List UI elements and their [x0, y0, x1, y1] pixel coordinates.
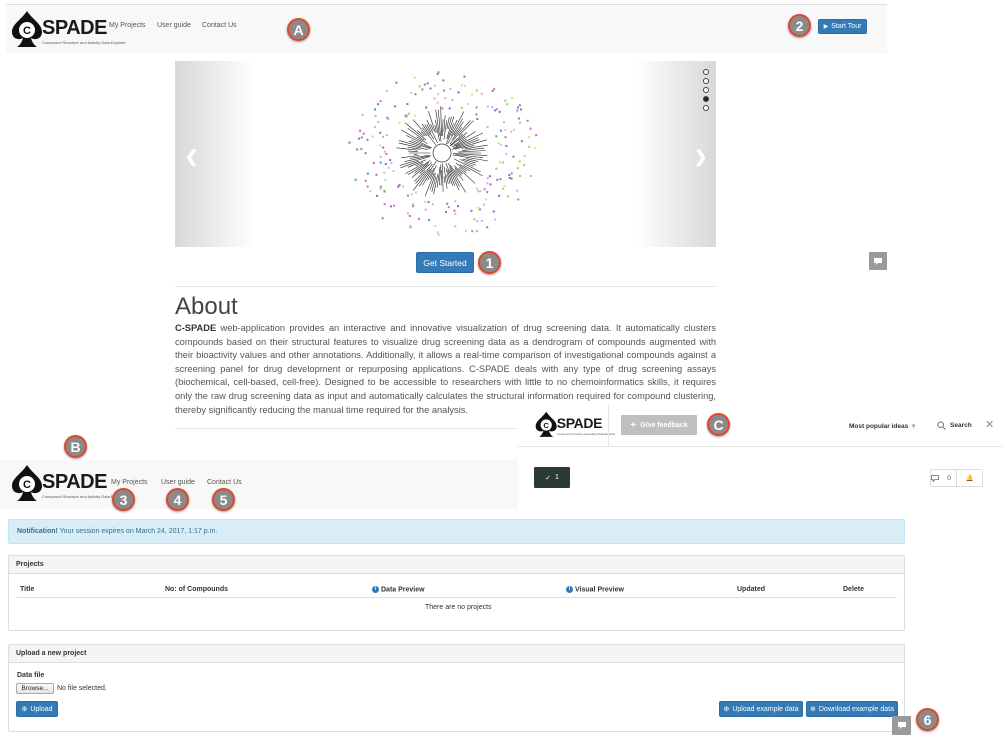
download-circle-icon: ⊕ [810, 706, 816, 713]
annotation-badge-5: 5 [212, 488, 235, 511]
nav-contact-us[interactable]: Contact Us [207, 479, 242, 486]
info-icon: i [566, 586, 573, 593]
chat-icon [897, 722, 906, 729]
session-notification: Notification! Your session expires on Ma… [8, 519, 905, 544]
notification-text: Your session expires on March 24, 2017, … [57, 528, 218, 535]
hero-carousel: ❮ ❯ [175, 61, 716, 247]
divider [608, 405, 609, 447]
play-icon: ▶ [823, 24, 829, 30]
annotation-badge-3: 3 [112, 488, 135, 511]
about-body: web-application provides an interactive … [175, 323, 716, 415]
cspade-logo: C SPADE Compound Structure and Activity … [535, 411, 615, 438]
feedback-chat-button[interactable] [869, 252, 887, 270]
column-visual-preview: i Visual Preview [566, 586, 624, 593]
spade-icon: C [11, 464, 42, 502]
dendrogram-image [348, 71, 538, 236]
app-navbar: C SPADE Compound Structure and Activity … [0, 460, 518, 509]
feedback-header: C SPADE Compound Structure and Activity … [517, 405, 1003, 447]
cspade-logo[interactable]: C SPADE Compound Structure and Activity … [11, 464, 126, 502]
chat-icon [874, 257, 882, 265]
comment-icon [931, 474, 939, 482]
projects-heading: Projects [9, 556, 904, 574]
logo-subtitle: Compound Structure and Activity Data Exp… [42, 40, 126, 45]
chevron-left-icon[interactable]: ❮ [185, 147, 198, 167]
annotation-badge-2: 2 [788, 14, 811, 37]
about-paragraph: C-SPADE web-application provides an inte… [175, 322, 716, 417]
annotation-badge-c: C [707, 413, 730, 436]
carousel-indicator-3[interactable] [703, 87, 709, 93]
sort-dropdown[interactable]: Most popular ideas ▾ [849, 422, 915, 430]
projects-panel: Projects Title No: of Compounds i Data Pr… [8, 555, 905, 631]
check-icon: ✓ [545, 474, 551, 482]
feedback-counters: 0 🔔 [930, 469, 983, 487]
logo-text: SPADE [42, 17, 107, 39]
start-tour-button[interactable]: ▶ Start Tour [818, 19, 867, 34]
nav-user-guide[interactable]: User guide [161, 479, 195, 486]
notification-label: Notification! [17, 528, 58, 535]
comment-counter[interactable]: 0 [931, 470, 956, 486]
annotation-badge-b: B [64, 435, 87, 458]
carousel-indicator-5[interactable] [703, 105, 709, 111]
column-updated: Updated [737, 586, 765, 593]
nav-user-guide[interactable]: User guide [157, 22, 191, 29]
data-file-label: Data file [17, 672, 45, 679]
vote-button[interactable]: ✓ 1 [534, 467, 570, 488]
annotation-badge-a: A [287, 18, 310, 41]
upload-circle-icon: ⊕ [21, 706, 28, 713]
search-icon [937, 421, 946, 430]
annotation-badge-4: 4 [166, 488, 189, 511]
column-data-preview: i Data Preview [372, 586, 425, 593]
upload-example-button[interactable]: ⊕ Upload example data [719, 701, 803, 717]
about-brand: C-SPADE [175, 323, 217, 333]
spade-icon: C [11, 10, 42, 48]
nav-my-projects[interactable]: My Projects [109, 22, 146, 29]
close-icon[interactable]: ✕ [985, 418, 994, 431]
plus-icon: + [630, 419, 637, 431]
browse-button[interactable]: Browse... [16, 683, 54, 694]
annotation-badge-1: 1 [478, 251, 501, 274]
chevron-right-icon[interactable]: ❯ [694, 147, 707, 167]
top-navbar: C SPADE Compound Structure and Activity … [6, 4, 887, 53]
upload-panel: Upload a new project Data file Browse...… [8, 644, 905, 732]
svg-text:C: C [23, 479, 31, 491]
spade-icon: C [535, 411, 557, 438]
carousel-indicator-1[interactable] [703, 69, 709, 75]
column-delete: Delete [843, 586, 865, 593]
no-file-text: No file selected. [57, 685, 107, 692]
about-heading: About [175, 293, 238, 320]
empty-projects-message: There are no projects [425, 604, 492, 611]
info-icon: i [372, 586, 379, 593]
annotation-badge-6: 6 [916, 708, 939, 731]
download-example-button[interactable]: ⊕ Download example data [806, 701, 898, 717]
column-title: Title [20, 586, 35, 593]
feedback-search[interactable]: Search [937, 421, 972, 430]
divider [17, 597, 897, 598]
column-compounds: No: of Compounds [165, 586, 228, 593]
feedback-chat-button[interactable] [892, 716, 911, 735]
divider [175, 286, 716, 287]
upload-heading: Upload a new project [9, 645, 904, 663]
carousel-indicators [703, 69, 709, 111]
upload-circle-icon: ⊕ [723, 706, 730, 713]
carousel-indicator-2[interactable] [703, 78, 709, 84]
upload-button[interactable]: ⊕ Upload [16, 701, 58, 717]
caret-down-icon: ▾ [912, 423, 916, 430]
get-started-button[interactable]: Get Started [416, 252, 474, 273]
give-feedback-button[interactable]: + Give feedback [621, 415, 697, 435]
carousel-indicator-4[interactable] [703, 96, 709, 102]
nav-my-projects[interactable]: My Projects [111, 479, 148, 486]
bell-icon[interactable]: 🔔 [956, 470, 982, 486]
svg-text:C: C [23, 25, 31, 37]
divider [175, 428, 517, 429]
cspade-logo[interactable]: C SPADE Compound Structure and Activity … [11, 10, 126, 48]
nav-contact-us[interactable]: Contact Us [202, 22, 237, 29]
svg-text:C: C [543, 421, 549, 430]
